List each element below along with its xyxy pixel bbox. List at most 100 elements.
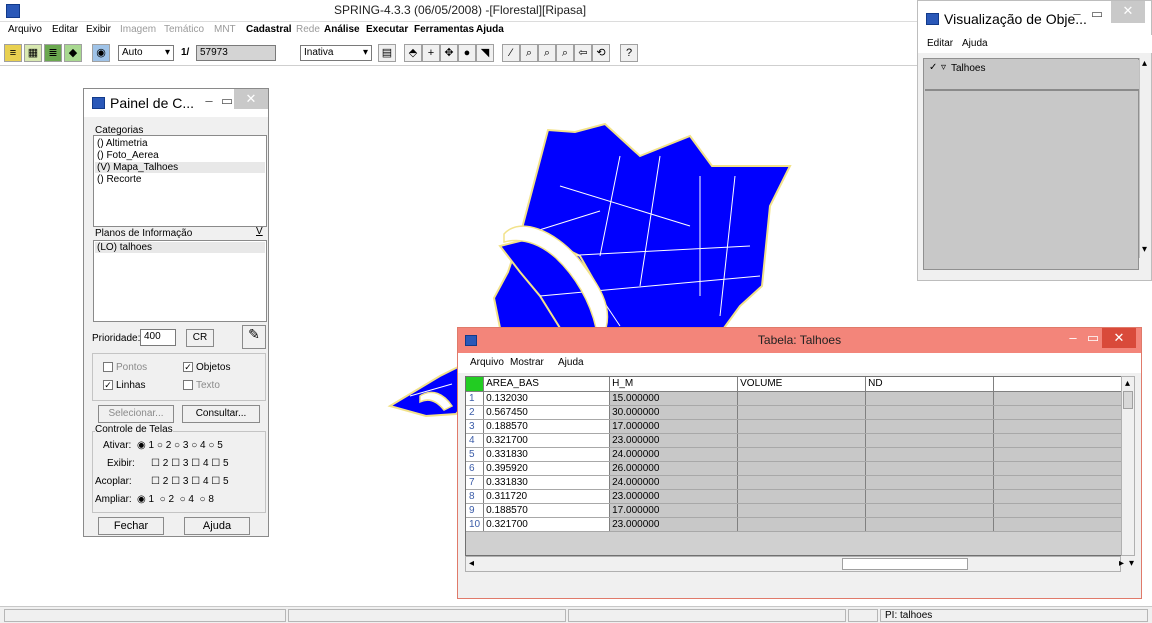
close-icon[interactable]: ✕ (1102, 328, 1136, 348)
refresh-icon[interactable]: ⟲ (592, 44, 610, 62)
cell-empty[interactable] (993, 503, 1123, 518)
zoom-window-icon[interactable]: ⌕ (520, 44, 538, 62)
cell-nd[interactable] (865, 461, 995, 476)
cell-empty[interactable] (993, 475, 1123, 490)
cr-button[interactable]: CR (186, 329, 214, 347)
layers-icon[interactable]: ≣ (44, 44, 62, 62)
planos-toggle[interactable]: V (256, 226, 263, 237)
cell-volume[interactable] (737, 461, 867, 476)
cell-volume[interactable] (737, 489, 867, 504)
fechar-button[interactable]: Fechar (98, 517, 164, 535)
menu-executar[interactable]: Executar (366, 24, 408, 35)
consultar-button[interactable]: Consultar... (182, 405, 260, 423)
cell-area[interactable]: 0.188570 (483, 419, 611, 434)
horizontal-scrollbar[interactable]: ◂ (465, 556, 1121, 572)
menu-analise[interactable]: Análise (324, 24, 360, 35)
cell-area[interactable]: 0.188570 (483, 503, 611, 518)
exibir-checkboxes[interactable]: ☐ 2 ☐ 3 ☐ 4 ☐ 5 (151, 458, 229, 469)
scroll-left-icon[interactable]: ◂ (469, 558, 474, 569)
cell-area[interactable]: 0.395920 (483, 461, 611, 476)
cell-empty[interactable] (993, 419, 1123, 434)
planos-list[interactable]: (LO) talhoes (93, 240, 267, 322)
column-header[interactable]: AREA_BAS (483, 377, 611, 392)
grid-icon[interactable]: ▤ (378, 44, 396, 62)
zoom-in-icon[interactable]: ⬘ (404, 44, 422, 62)
ajuda-button[interactable]: Ajuda (184, 517, 250, 535)
cell-nd[interactable] (865, 419, 995, 434)
state-select[interactable]: Inativa ▾ (300, 45, 372, 61)
cell-h[interactable]: 24.000000 (609, 475, 739, 490)
cell-h[interactable]: 23.000000 (609, 489, 739, 504)
minimize-icon[interactable]: – (1066, 6, 1088, 21)
categorias-list[interactable]: () Altimetria () Foto_Aerea (V) Mapa_Tal… (93, 135, 267, 227)
cell-h[interactable]: 17.000000 (609, 503, 739, 518)
project-icon[interactable]: ▦ (24, 44, 42, 62)
draw-icon[interactable]: ◆ (64, 44, 82, 62)
column-header[interactable] (993, 377, 1123, 392)
column-header[interactable]: VOLUME (737, 377, 867, 392)
ampliar-radios[interactable]: ◉ 1 ○ 2 ○ 4 ○ 8 (137, 494, 214, 505)
display-icon[interactable]: ◉ (92, 44, 110, 62)
zoom-mode-select[interactable]: Auto ▾ (118, 45, 174, 61)
menu-arquivo[interactable]: Arquivo (470, 357, 504, 368)
table-row[interactable]: 6 0.395920 26.000000 (466, 461, 1123, 476)
cell-nd[interactable] (865, 475, 995, 490)
cell-empty[interactable] (993, 517, 1123, 532)
cell-nd[interactable] (865, 433, 995, 448)
table-row[interactable]: 2 0.567450 30.000000 (466, 405, 1123, 420)
vertical-scrollbar[interactable]: ▴ ▾ (1139, 58, 1151, 258)
menu-editar[interactable]: Editar (52, 24, 78, 35)
menu-mnt[interactable]: MNT (214, 24, 236, 35)
cell-nd[interactable] (865, 489, 995, 504)
cell-empty[interactable] (993, 461, 1123, 476)
table-row[interactable]: 9 0.188570 17.000000 (466, 503, 1123, 518)
table-row[interactable]: 5 0.331830 24.000000 (466, 447, 1123, 462)
cell-volume[interactable] (737, 503, 867, 518)
menu-imagem[interactable]: Imagem (120, 24, 156, 35)
cell-empty[interactable] (993, 391, 1123, 406)
scroll-thumb[interactable] (842, 558, 968, 570)
scroll-up-icon[interactable]: ▴ (1125, 378, 1130, 389)
menu-tematico[interactable]: Temático (164, 24, 204, 35)
cell-h[interactable]: 15.000000 (609, 391, 739, 406)
pointer-icon[interactable]: ◥ (476, 44, 494, 62)
acoplar-checkboxes[interactable]: ☐ 2 ☐ 3 ☐ 4 ☐ 5 (151, 476, 229, 487)
table-row[interactable]: 1 0.132030 15.000000 (466, 391, 1123, 406)
object-item-talhoes[interactable]: ✓ ▿ Talhoes (925, 60, 1139, 91)
pontos-checkbox[interactable]: Pontos (103, 362, 147, 373)
list-item-selected[interactable]: (V) Mapa_Talhoes (95, 162, 265, 173)
cell-area[interactable]: 0.567450 (483, 405, 611, 420)
cell-volume[interactable] (737, 447, 867, 462)
cell-h[interactable]: 23.000000 (609, 433, 739, 448)
cell-area[interactable]: 0.321700 (483, 517, 611, 532)
cell-area[interactable]: 0.321700 (483, 433, 611, 448)
column-header[interactable]: ND (865, 377, 995, 392)
close-icon[interactable]: ✕ (1111, 1, 1145, 23)
list-item[interactable]: () Altimetria (97, 138, 148, 149)
cell-volume[interactable] (737, 475, 867, 490)
cell-volume[interactable] (737, 419, 867, 434)
cell-nd[interactable] (865, 405, 995, 420)
menu-rede[interactable]: Rede (296, 24, 320, 35)
texto-checkbox[interactable]: Texto (183, 380, 220, 391)
help-icon[interactable]: ? (620, 44, 638, 62)
column-header[interactable]: H_M (609, 377, 739, 392)
maximize-icon[interactable]: ▭ (1086, 6, 1108, 22)
menu-editar[interactable]: Editar (927, 38, 953, 49)
table-row[interactable]: 4 0.321700 23.000000 (466, 433, 1123, 448)
object-tree[interactable]: ✓ ▿ Talhoes (923, 58, 1139, 270)
scroll-thumb[interactable] (1123, 391, 1133, 409)
cell-empty[interactable] (993, 405, 1123, 420)
scroll-up-icon[interactable]: ▴ (1142, 58, 1147, 69)
cell-nd[interactable] (865, 517, 995, 532)
ativar-radios[interactable]: ◉ 1 ○ 2 ○ 3 ○ 4 ○ 5 (137, 440, 223, 451)
cell-h[interactable]: 17.000000 (609, 419, 739, 434)
menu-ajuda[interactable]: Ajuda (558, 357, 584, 368)
menu-ajuda[interactable]: Ajuda (476, 24, 504, 35)
cell-area[interactable]: 0.331830 (483, 447, 611, 462)
close-icon[interactable]: ✕ (234, 89, 268, 109)
back-arrow-icon[interactable]: ⇦ (574, 44, 592, 62)
cell-h[interactable]: 30.000000 (609, 405, 739, 420)
cell-nd[interactable] (865, 447, 995, 462)
cell-volume[interactable] (737, 517, 867, 532)
